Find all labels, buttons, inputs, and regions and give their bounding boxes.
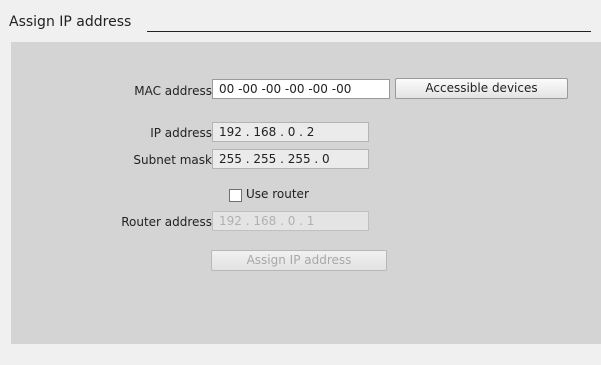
router-address-field: 192 . 168 . 0 . 1 xyxy=(212,211,369,231)
use-router-label: Use router xyxy=(246,187,309,201)
use-router-checkbox[interactable] xyxy=(229,189,242,202)
assign-ip-panel: MAC address: 00 -00 -00 -00 -00 -00 Acce… xyxy=(11,42,601,344)
mac-address-field[interactable]: 00 -00 -00 -00 -00 -00 xyxy=(212,79,390,99)
section-title: Assign IP address xyxy=(9,14,132,30)
subnet-mask-label: Subnet mask: xyxy=(133,153,216,167)
router-address-label: Router address: xyxy=(121,215,216,229)
mac-address-label: MAC address: xyxy=(134,84,216,98)
accessible-devices-button[interactable]: Accessible devices xyxy=(395,78,568,99)
assign-ip-address-button: Assign IP address xyxy=(211,250,387,271)
ip-address-label: IP address: xyxy=(150,126,216,140)
subnet-mask-field[interactable]: 255 . 255 . 255 . 0 xyxy=(212,149,369,169)
section-header: Assign IP address xyxy=(0,0,601,40)
ip-address-field[interactable]: 192 . 168 . 0 . 2 xyxy=(212,122,369,142)
header-divider xyxy=(147,31,591,32)
